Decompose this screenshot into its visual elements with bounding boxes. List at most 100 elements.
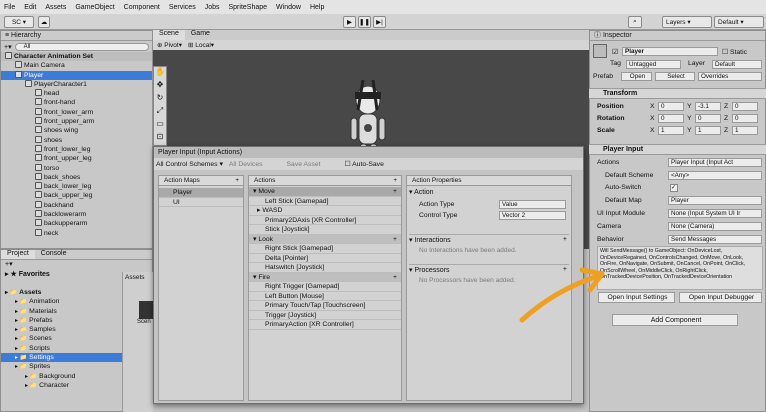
project-folder[interactable]: ▸ 📁 Prefabs	[1, 316, 123, 325]
open-input-debugger-button[interactable]: Open Input Debugger	[679, 292, 762, 303]
auto-switch-checkbox[interactable]: ✓	[670, 184, 678, 192]
binding-item[interactable]: Right Trigger [Gamepad]	[249, 282, 401, 292]
transform-header[interactable]: Transform	[589, 88, 766, 99]
hand-tool-icon[interactable]: ✋	[154, 67, 166, 80]
tab-game[interactable]: Game	[185, 30, 216, 40]
add-binding-icon[interactable]: +	[393, 273, 397, 283]
auto-save-toggle[interactable]: ☐ Auto-Save	[345, 160, 384, 168]
hierarchy-item[interactable]: shoes	[1, 135, 152, 145]
interactions-foldout[interactable]: ▾ Interactions +	[409, 234, 569, 244]
hierarchy-item[interactable]: Character Animation Set	[1, 52, 152, 62]
add-icon[interactable]: +▾	[4, 43, 12, 51]
pause-button[interactable]: ❚❚	[358, 16, 371, 28]
add-binding-icon[interactable]: +	[393, 235, 397, 245]
action-map-item[interactable]: UI	[159, 198, 243, 207]
hierarchy-tab[interactable]: ≡ Hierarchy	[1, 31, 152, 41]
project-folder[interactable]: ▸ 📁 Materials	[1, 307, 123, 316]
prefab-overrides-dropdown[interactable]: Overrides	[698, 72, 762, 81]
project-folder[interactable]: ▸ 📁 Assets	[1, 288, 123, 297]
project-folder[interactable]: ▸ 📁 Samples	[1, 325, 123, 334]
binding-item[interactable]: Delta [Pointer]	[249, 254, 401, 263]
menu-item[interactable]: Assets	[45, 4, 66, 11]
project-folder[interactable]: ▸ 📁 Scenes	[1, 334, 123, 343]
hierarchy-item[interactable]: backhand	[1, 200, 152, 210]
action-type-dropdown[interactable]: Value	[499, 200, 566, 209]
hierarchy-item[interactable]: front_upper_arm	[1, 117, 152, 126]
scene-asset-thumbnail[interactable]	[139, 301, 153, 319]
tab-console[interactable]: Console	[35, 250, 73, 259]
action-section-foldout[interactable]: ▾ Action	[409, 188, 434, 196]
transform-z-field[interactable]: 0	[732, 102, 758, 111]
behavior-dropdown[interactable]: Send Messages	[668, 235, 762, 244]
prefab-select-button[interactable]: Select	[655, 72, 695, 81]
local-toggle[interactable]: ⊞ Local▾	[188, 41, 214, 49]
menu-item[interactable]: Help	[310, 4, 324, 11]
menu-item[interactable]: Services	[169, 4, 196, 11]
menu-item[interactable]: Component	[124, 4, 160, 11]
hierarchy-item[interactable]: front_upper_leg	[1, 154, 152, 163]
hierarchy-item[interactable]: back_upper_leg	[1, 191, 152, 200]
project-folder[interactable]: ▸ 📁 Animation	[1, 297, 123, 306]
hierarchy-item[interactable]: Main Camera	[1, 61, 152, 70]
transform-z-field[interactable]: 1	[732, 126, 758, 135]
add-map-icon[interactable]: +	[235, 176, 239, 186]
prefab-open-button[interactable]: Open	[621, 72, 652, 81]
hierarchy-search-input[interactable]: All	[14, 42, 149, 51]
hierarchy-item[interactable]: front-hand	[1, 98, 152, 107]
hierarchy-item[interactable]: backlowerarm	[1, 210, 152, 219]
layout-dropdown[interactable]: Default ▾	[714, 16, 764, 28]
save-asset-button[interactable]: Save Asset	[287, 161, 321, 168]
transform-y-field[interactable]: 0	[695, 114, 721, 123]
step-button[interactable]: ▶|	[373, 16, 386, 28]
binding-item[interactable]: Stick [Joystick]	[249, 225, 401, 235]
control-type-dropdown[interactable]: Vector 2	[499, 211, 566, 220]
binding-item[interactable]: Hatswitch [Joystick]	[249, 263, 401, 273]
static-toggle[interactable]: ☐ Static	[722, 48, 747, 56]
menu-item[interactable]: Jobs	[205, 4, 220, 11]
action-item[interactable]: ▾ Fire +	[249, 272, 401, 283]
move-tool-icon[interactable]: ✥	[154, 80, 166, 93]
transform-z-field[interactable]: 0	[732, 114, 758, 123]
action-item[interactable]: ▾ Look +	[249, 234, 401, 245]
layers-dropdown[interactable]: Layers ▾	[662, 16, 712, 28]
assets-breadcrumb[interactable]: Assets	[123, 272, 153, 283]
menu-item[interactable]: Window	[276, 4, 301, 11]
default-map-dropdown[interactable]: Player	[668, 196, 762, 205]
binding-item[interactable]: Right Stick [Gamepad]	[249, 244, 401, 254]
menu-item[interactable]: File	[4, 4, 15, 11]
tab-project[interactable]: Project	[1, 250, 35, 259]
project-folder[interactable]: ▸ 📁 Background	[1, 372, 123, 381]
binding-item[interactable]: ▸ WASD	[249, 206, 401, 216]
binding-item[interactable]: Primary2DAxis [XR Controller]	[249, 216, 401, 225]
hierarchy-item[interactable]: back_shoes	[1, 172, 152, 182]
binding-item[interactable]: Primary Touch/Tap [Touchscreen]	[249, 301, 401, 311]
menu-item[interactable]: Edit	[24, 4, 36, 11]
hierarchy-item[interactable]: back_lower_leg	[1, 182, 152, 191]
rotate-tool-icon[interactable]: ↻	[154, 93, 166, 106]
inspector-tab[interactable]: ⓘ Inspector	[590, 31, 765, 41]
transform-y-field[interactable]: 1	[695, 126, 721, 135]
binding-item[interactable]: PrimaryAction [XR Controller]	[249, 320, 401, 330]
player-input-header[interactable]: Player Input	[589, 144, 766, 155]
add-action-icon[interactable]: +	[393, 176, 397, 186]
tab-scene[interactable]: Scene	[153, 30, 185, 40]
tag-dropdown[interactable]: Untagged	[626, 60, 681, 69]
active-checkbox[interactable]: ☑	[612, 48, 618, 56]
project-folder[interactable]: ▸ 📁 Sprites	[1, 362, 123, 371]
control-scheme-dropdown[interactable]: All Control Schemes ▾	[156, 160, 223, 168]
ui-module-field[interactable]: None (Input System UI Ir	[668, 209, 762, 218]
transform-x-field[interactable]: 1	[658, 126, 684, 135]
hierarchy-item[interactable]: backupperarm	[1, 219, 152, 228]
hierarchy-item[interactable]: shoes wing	[1, 126, 152, 135]
add-asset-icon[interactable]: +▾	[1, 260, 152, 270]
hierarchy-item[interactable]: Player	[1, 70, 152, 80]
transform-tool-icon[interactable]: ⊡	[154, 132, 166, 145]
action-map-item[interactable]: Player	[159, 188, 243, 198]
project-folder[interactable]: ▸ 📁 Scripts	[1, 344, 123, 353]
add-component-button[interactable]: Add Component	[612, 314, 738, 326]
name-field[interactable]: Player	[622, 47, 718, 56]
hierarchy-item[interactable]: front_lower_arm	[1, 107, 152, 117]
hierarchy-item[interactable]: head	[1, 89, 152, 98]
project-folder[interactable]: ▸ 📁 Settings	[1, 353, 123, 363]
action-item[interactable]: ▾ Move +	[249, 187, 401, 197]
